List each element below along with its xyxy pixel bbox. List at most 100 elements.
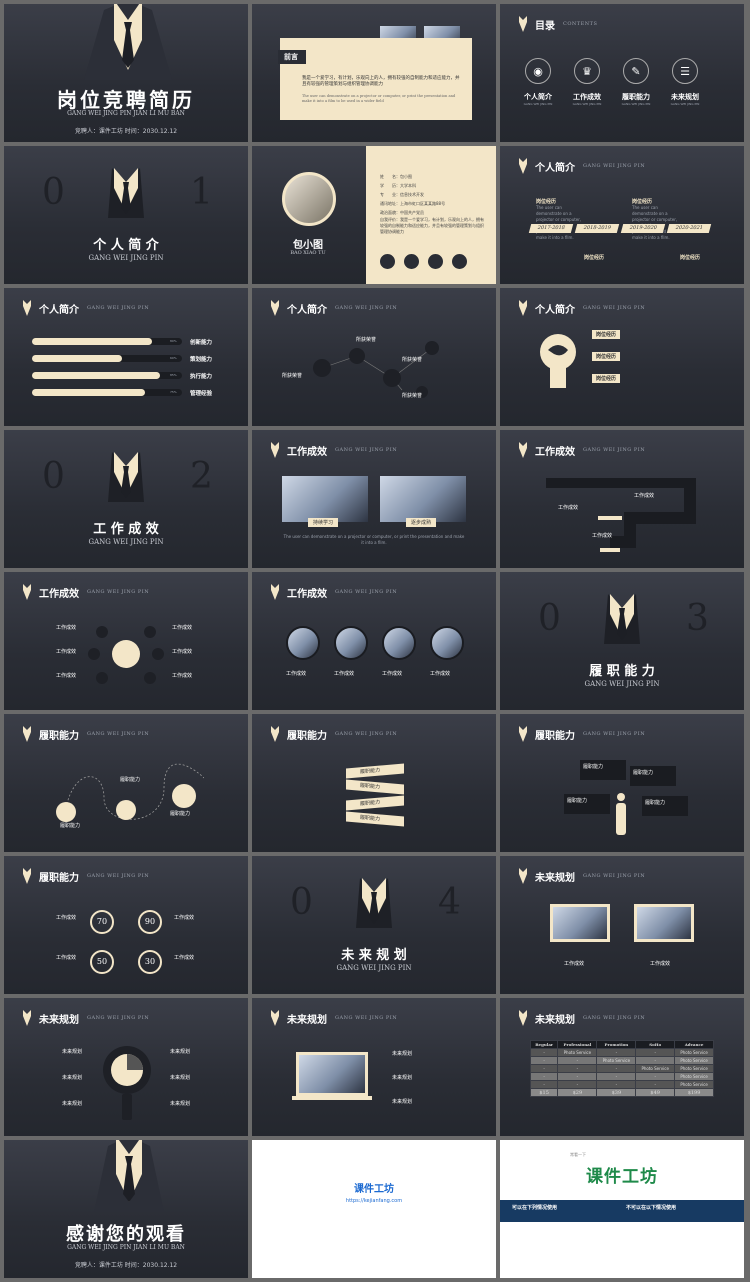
slide-toc[interactable]: 目录 CONTENTS ◉ 个人简介 GANG WEI JING PIN ♛ 工…	[500, 4, 744, 142]
brand-title: 课件工坊	[586, 1167, 658, 1187]
table-header: Advance	[674, 1040, 714, 1049]
ring-label: 工作成效	[56, 955, 77, 961]
section-title: 未 来 规 划	[341, 948, 407, 963]
profile-field: 自我评价：我是一个爱学习，有计划，乐观向上的人，拥有较强的自制能力和适应能力，并…	[380, 217, 484, 234]
table-row: - - Photo Service - Photo Service	[529, 1056, 714, 1065]
profile-fields: 姓 名：包小图 学 历：大学本科 专 业：信息技术开发 通讯地址：上海市虹口区某…	[380, 172, 486, 235]
money-bag-icon	[404, 254, 419, 269]
slide-header: 履职能力 GANG WEI JING PIN	[20, 868, 149, 884]
radial-label: 工作成效	[172, 649, 193, 655]
circle-card: 工作成效	[334, 626, 370, 677]
slide-work-steps[interactable]: 工作成效 GANG WEI JING PIN 工作成效 工作成效 工作成效	[500, 430, 744, 568]
slide-honors[interactable]: 个人简介 GANG WEI JING PIN 所获荣誉 所获荣誉 所获荣誉 所获…	[252, 288, 496, 426]
table-cell: Photo Service	[596, 1056, 637, 1065]
ribbon-label: 履职能力	[346, 795, 404, 811]
slide-thanks[interactable]: 感谢您的观看 GANG WEI JING PIN JIAN LI MU BAN …	[4, 1140, 248, 1278]
slide-future-laptop[interactable]: 未来规划 GANG WEI JING PIN 未来规划 未来规划 未来规划	[252, 998, 496, 1136]
suit-icon	[604, 594, 640, 644]
tie-icon	[519, 868, 527, 884]
slide-future-pie[interactable]: 未来规划 GANG WEI JING PIN 未来规划 未来规划 未来规划 未来…	[4, 998, 248, 1136]
slide-header: 工作成效 GANG WEI JING PIN	[268, 442, 397, 458]
slide-header: 个人简介 GANG WEI JING PIN	[516, 158, 645, 174]
table-row: - - - - Photo Service	[529, 1072, 714, 1081]
slide-ability-path[interactable]: 履职能力 GANG WEI JING PIN 履职能力 履职能力 履职能力	[4, 714, 248, 852]
toc-title: 目录	[535, 20, 555, 32]
ring: 90	[138, 910, 162, 934]
slide-section-4[interactable]: 0 4 未 来 规 划 GANG WEI JING PIN	[252, 856, 496, 994]
slide-sub: GANG WEI JING PIN	[87, 873, 150, 879]
slide-future-monitors[interactable]: 未来规划 GANG WEI JING PIN 工作成效 工作成效	[500, 856, 744, 994]
slide-sub: GANG WEI JING PIN	[87, 589, 150, 595]
toc-item[interactable]: ♛ 工作成效 GANG WEI JING PIN	[571, 58, 603, 106]
table-cell: Photo Service	[674, 1072, 714, 1081]
slide-bulb[interactable]: 个人简介 GANG WEI JING PIN 岗位经历 岗位经历 岗位经历	[500, 288, 744, 426]
honor-label: 所获荣誉	[356, 337, 377, 343]
future-label: 未来规划	[170, 1101, 191, 1107]
honor-label: 所获荣誉	[402, 357, 423, 363]
circle-photo	[286, 626, 320, 660]
slide-section-2[interactable]: 0 2 工 作 成 效 GANG WEI JING PIN	[4, 430, 248, 568]
slide-title: 个人简介	[535, 304, 575, 316]
profile-name-en: BAO XIAO TU	[290, 250, 326, 256]
photo-caption: 持续学习	[308, 518, 339, 527]
circle-label: 工作成效	[430, 671, 451, 677]
slide-sub: GANG WEI JING PIN	[335, 305, 398, 311]
brand-url[interactable]: https://kejianfang.com	[252, 1198, 496, 1204]
table-cell: Photo Service	[674, 1048, 714, 1057]
slide-section-3[interactable]: 0 3 履 职 能 力 GANG WEI JING PIN	[500, 572, 744, 710]
slide-sub: GANG WEI JING PIN	[335, 589, 398, 595]
slide-ability-bubbles[interactable]: 履职能力 GANG WEI JING PIN 履职能力 履职能力 履职能力 履职…	[500, 714, 744, 852]
section-title: 履 职 能 力	[589, 664, 655, 679]
toc-item-label: 工作成效	[573, 93, 601, 101]
slide-ability-ribbons[interactable]: 履职能力 GANG WEI JING PIN 履职能力 履职能力 履职能力 履职…	[252, 714, 496, 852]
slide-work-radial[interactable]: 工作成效 GANG WEI JING PIN 工作成效 工作成效 工作成效 工作…	[4, 572, 248, 710]
person-icon	[616, 793, 626, 835]
slide-brand[interactable]: 课件工坊 https://kejianfang.com	[252, 1140, 496, 1278]
honor-label: 所获荣誉	[402, 393, 423, 399]
toc-item[interactable]: ☰ 未来规划 GANG WEI JING PIN	[669, 58, 701, 106]
avatar	[282, 172, 336, 226]
section-number-right: 4	[438, 882, 461, 923]
steps-shape	[546, 478, 696, 552]
slide-ability-rings[interactable]: 履职能力 GANG WEI JING PIN 70 90 50 30 工作成效 …	[4, 856, 248, 994]
slide-sub: GANG WEI JING PIN	[87, 1015, 150, 1021]
table-row: - - - - Photo Service	[529, 1080, 714, 1089]
slide-skills[interactable]: 个人简介 GANG WEI JING PIN 80% 创新能力 60% 策划能力 85%…	[4, 288, 248, 426]
slide-header: 未来规划 GANG WEI JING PIN	[516, 1010, 645, 1026]
photo-caption: 逐步成熟	[406, 518, 437, 527]
tie-icon	[271, 584, 279, 600]
slide-header: 工作成效 GANG WEI JING PIN	[268, 584, 397, 600]
table-header: SoHo	[635, 1040, 676, 1049]
slide-cover[interactable]: 岗位竞聘简历 GANG WEI JING PIN JIAN LI MU BAN …	[4, 4, 248, 142]
bubble-label: 履职能力	[645, 800, 666, 806]
slide-work-circles[interactable]: 工作成效 GANG WEI JING PIN 工作成效 工作成效 工作成效 工作…	[252, 572, 496, 710]
slide-work-photos[interactable]: 工作成效 GANG WEI JING PIN 持续学习 逐步成熟 The use…	[252, 430, 496, 568]
slide-profile[interactable]: 包小图 BAO XIAO TU 姓 名：包小图 学 历：大学本科 专 业：信息技…	[252, 146, 496, 284]
tie-icon	[23, 300, 31, 316]
circle-label: 工作成效	[286, 671, 307, 677]
brand-logo-text: 课件工坊	[354, 1184, 394, 1195]
bulb-label: 岗位经历	[592, 374, 621, 383]
tie-icon	[519, 300, 527, 316]
slide-section-1[interactable]: 0 1 个 人 简 介 GANG WEI JING PIN	[4, 146, 248, 284]
slide-title: 履职能力	[287, 730, 327, 742]
slide-usage[interactable]: 常看一下 课件工坊 可以在下列情况使用 不可以在以下情况使用	[500, 1140, 744, 1278]
slide-sub: GANG WEI JING PIN	[583, 873, 646, 879]
toc-item[interactable]: ◉ 个人简介 GANG WEI JING PIN	[522, 58, 554, 106]
table-cell: Photo Service	[557, 1048, 598, 1057]
price-table: Regular Professional Promotion SoHo Adva…	[529, 1040, 714, 1097]
skill-bar-fill	[32, 355, 122, 362]
circle-photos: 工作成效 工作成效 工作成效 工作成效	[286, 626, 466, 677]
work-desc: The user can demonstrate on a projector …	[283, 534, 465, 545]
slide-preface[interactable]: 前言 我是一个爱学习，有计划，乐观向上的人，拥有较强的自制能力和适应能力，并且有…	[252, 4, 496, 142]
skill-bar	[32, 338, 182, 345]
timeline-year: 2018-2019	[574, 224, 620, 233]
slide-timeline[interactable]: 个人简介 GANG WEI JING PIN 岗位经历 The user can …	[500, 146, 744, 284]
toc-item[interactable]: ✎ 履职能力 GANG WEI JING PIN	[620, 58, 652, 106]
timeline-item: 岗位经历	[584, 254, 604, 261]
bulb-label: 岗位经历	[592, 352, 621, 361]
slide-title: 工作成效	[535, 446, 575, 458]
slide-future-table[interactable]: 未来规划 GANG WEI JING PIN Regular Professio…	[500, 998, 744, 1136]
section-number-right: 1	[190, 172, 213, 213]
skill-pct: 75%	[170, 390, 177, 394]
